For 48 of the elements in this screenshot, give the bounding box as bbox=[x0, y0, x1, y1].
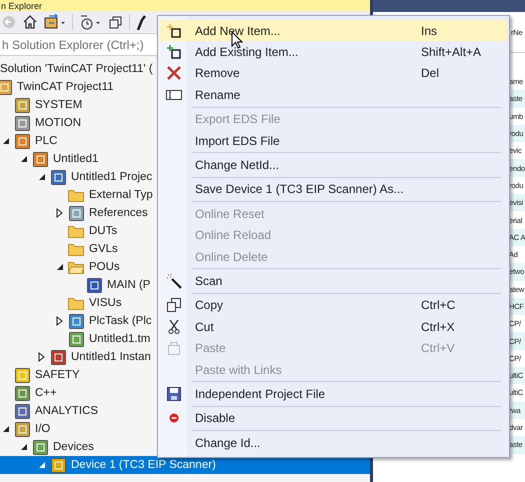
menu-item-label: Copy bbox=[195, 298, 224, 312]
tree-item-label: TwinCAT Project11 bbox=[17, 81, 114, 93]
window-title: n Explorer bbox=[0, 0, 42, 10]
tree-item-label: VISUs bbox=[89, 297, 122, 309]
menu-item-label: Online Reset bbox=[195, 206, 266, 221]
tree-item-label: SAFETY bbox=[35, 369, 80, 381]
menu-item-label: Cut bbox=[195, 320, 215, 334]
tree-item-label: DUTs bbox=[89, 225, 118, 237]
tree-item-label: External Typ bbox=[89, 189, 153, 201]
tree-item-label: Untitled1 Instan bbox=[71, 351, 151, 363]
shortcut-text: Ctrl+C bbox=[421, 298, 456, 312]
menu-item-label: Add Existing Item... bbox=[195, 45, 300, 60]
tree-item-label: I/O bbox=[35, 423, 50, 435]
tree-item-label: PlcTask (Plc bbox=[89, 315, 152, 327]
tree-item-label: ANALYTICS bbox=[35, 405, 98, 417]
tree-item-label: Devices bbox=[53, 441, 94, 453]
menu-item-label: Add New Item... bbox=[195, 24, 282, 38]
shortcut-text: Ctrl+X bbox=[421, 320, 456, 334]
tree-item-label: MOTION bbox=[35, 117, 81, 129]
menu-item-label: Remove bbox=[195, 66, 241, 80]
shortcut-text: Shift+Alt+A bbox=[421, 45, 482, 60]
tree-item-label: PLC bbox=[35, 135, 58, 147]
menu-item-label: Independent Project File bbox=[195, 386, 326, 401]
menu-item-label: Export EDS File bbox=[195, 112, 282, 126]
menu-item-label: Change NetId... bbox=[195, 158, 280, 172]
shortcut-text: Ins bbox=[421, 24, 438, 38]
menu-item-label: Change Id... bbox=[195, 436, 262, 450]
menu-item-label: Scan bbox=[195, 274, 224, 288]
tree-item-label: Untitled1 Projec bbox=[71, 171, 152, 183]
tree-item-label: Untitled1 bbox=[53, 153, 98, 165]
menu-item-label: Save Device 1 (TC3 EIP Scanner) As... bbox=[195, 182, 405, 196]
menu-item-label: Online Delete bbox=[195, 250, 269, 264]
shortcut-text: Ctrl+V bbox=[421, 341, 456, 356]
menu-item-label: Import EDS File bbox=[195, 134, 281, 148]
tree-item-label: Untitled1.tm bbox=[89, 333, 150, 345]
tree-item-label: GVLs bbox=[89, 243, 118, 255]
tree-item-label: Device 1 (TC3 EIP Scanner) bbox=[71, 459, 216, 471]
tree-item-label: C++ bbox=[35, 387, 57, 399]
tree-item-label: MAIN (P bbox=[107, 279, 150, 291]
menu-item-label: Paste bbox=[195, 341, 227, 356]
menu-item-label: Rename bbox=[195, 88, 242, 102]
tree-item-label: SYSTEM bbox=[35, 99, 82, 111]
tree-item-label: POUs bbox=[89, 261, 120, 273]
shortcut-text: Del bbox=[421, 66, 440, 80]
tree-item-label: References bbox=[89, 207, 148, 219]
menu-item-label: Online Reload bbox=[195, 228, 272, 242]
menu-item-label: Paste with Links bbox=[195, 362, 283, 377]
menu-item-label: Disable bbox=[195, 411, 236, 426]
